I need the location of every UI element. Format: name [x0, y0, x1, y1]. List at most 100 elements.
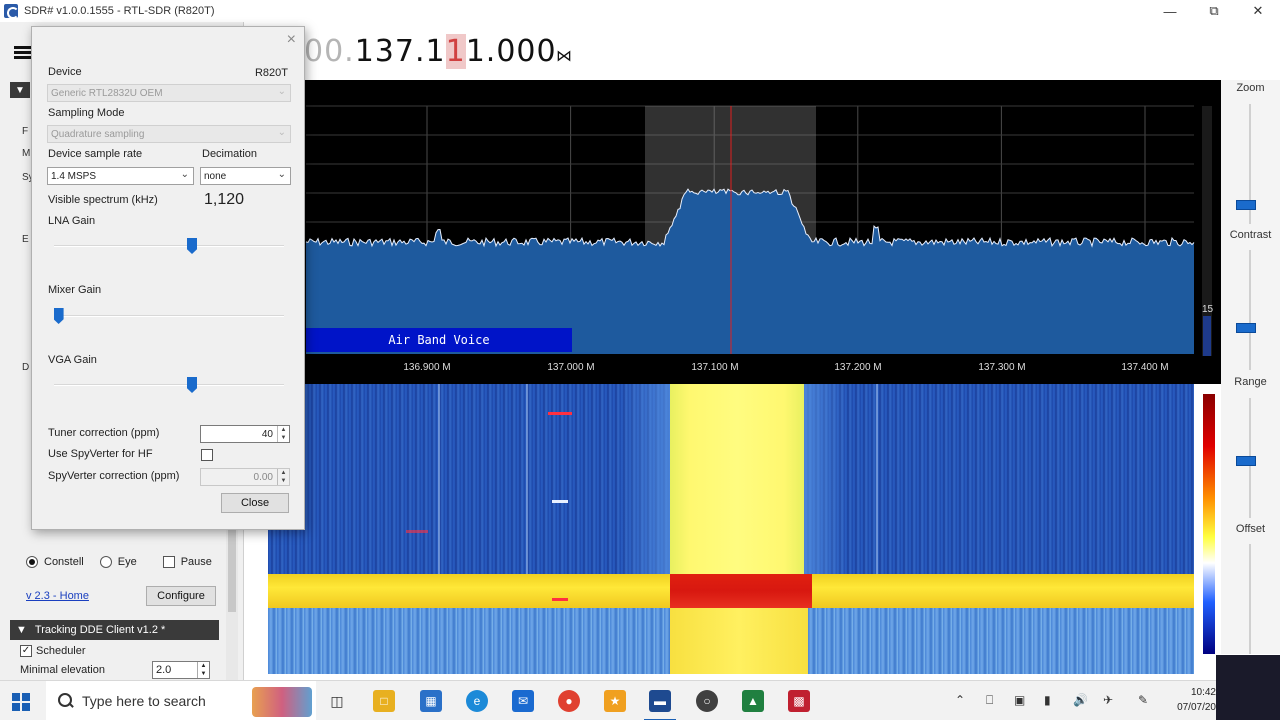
frequency-main: 137.1 [354, 34, 446, 69]
title-bar: SDR# v1.0.0.1555 - RTL-SDR (R820T) — ⧉ ✕ [0, 0, 1280, 22]
tuner-correction-label: Tuner correction (ppm) [48, 427, 160, 439]
spyverter-label: Use SpyVerter for HF [48, 448, 153, 460]
zoom-label: Zoom [1236, 82, 1265, 94]
configure-button[interactable]: Configure [146, 586, 216, 606]
lna-gain-slider-thumb[interactable] [187, 238, 197, 254]
contrast-slider-thumb[interactable] [1236, 323, 1256, 333]
sdr-sharp-window: SDR# v1.0.0.1555 - RTL-SDR (R820T) — ⧉ ✕… [0, 0, 1280, 720]
network-icon[interactable]: ✈ [1103, 693, 1113, 707]
wxtoimg-icon[interactable]: ○ [696, 690, 718, 712]
range-slider-thumb[interactable] [1236, 456, 1256, 466]
spectrum-analyzer[interactable]: Air Band Voice 136.900 M 137.000 M 137.1… [244, 80, 1221, 384]
mixer-gain-label: Mixer Gain [48, 284, 102, 296]
display-icon[interactable]: ▣ [1014, 693, 1025, 707]
windows-start-icon[interactable] [12, 693, 30, 711]
maximize-button[interactable]: ⧉ [1192, 0, 1236, 22]
taskbar-clock[interactable]: 10:42 07/07/20 [1176, 685, 1216, 715]
mixer-gain-slider-track[interactable] [54, 315, 284, 317]
source-panel-collapse-icon[interactable]: ▼ [10, 82, 30, 98]
show-hidden-icons-icon[interactable]: ⌃ [955, 693, 965, 707]
zoom-slider-thumb[interactable] [1236, 200, 1256, 210]
vfo-frequency[interactable]: 00.137.111.000 [304, 34, 557, 69]
eye-label: Eye [117, 556, 137, 568]
minimal-elevation-input[interactable]: 2.0 ▲ ▼ [152, 661, 210, 679]
hamburger-menu-icon[interactable] [14, 46, 32, 60]
chrome-icon[interactable]: ● [558, 690, 580, 712]
window-title: SDR# v1.0.0.1555 - RTL-SDR (R820T) [24, 5, 215, 17]
vga-gain-slider-thumb[interactable] [187, 377, 197, 393]
device-label: Device [48, 66, 82, 78]
pen-icon[interactable]: ✎ [1138, 693, 1148, 707]
orbitron-icon[interactable]: ▲ [742, 690, 764, 712]
chevron-down-icon: ⌄ [180, 169, 189, 180]
frequency-axis-label: 137.200 M [834, 362, 882, 373]
frequency-cursor-digit[interactable]: 1 [445, 34, 466, 69]
right-controls-sidebar: Zoom Contrast Range Offset [1221, 80, 1280, 654]
device-select[interactable]: Generic RTL2832U OEM ⌄ [47, 84, 291, 102]
sample-rate-label: Device sample rate [48, 148, 143, 160]
app-icon[interactable]: ★ [604, 690, 626, 712]
mixer-gain-slider-thumb[interactable] [53, 308, 64, 324]
pause-label: Pause [180, 556, 212, 568]
clock-date: 07/07/20 [1177, 702, 1216, 713]
minimal-elevation-value: 2.0 [156, 664, 172, 676]
sdr-sharp-taskbar-icon[interactable]: ▬ [649, 690, 671, 712]
offset-slider-track[interactable] [1249, 544, 1251, 654]
task-view-icon[interactable]: ◫ [326, 690, 348, 712]
contrast-slider-track[interactable] [1249, 250, 1251, 370]
waterfall-lower-signal [670, 608, 808, 674]
scheduler-checkbox[interactable]: ✓ [20, 645, 32, 657]
sampling-mode-select[interactable]: Quadrature sampling ⌄ [47, 125, 291, 143]
decimation-label: Decimation [202, 148, 258, 160]
notification-thumbnail [1216, 655, 1280, 720]
range-label: Range [1234, 376, 1267, 388]
minimize-button[interactable]: — [1148, 0, 1192, 22]
spectrum-scrollbar[interactable] [1202, 106, 1212, 356]
volume-icon[interactable]: 🔊 [1073, 693, 1088, 707]
lna-gain-slider-track[interactable] [54, 245, 284, 247]
db-scale-label: 15 [1202, 304, 1214, 315]
scheduler-label: Scheduler [36, 645, 86, 657]
eye-radio[interactable] [99, 556, 112, 568]
decimation-select[interactable]: none ⌄ [200, 167, 291, 185]
center-tune-icon[interactable]: ⋈ [556, 46, 572, 66]
frequency-suffix: 1.000 [465, 34, 557, 69]
elevation-spinner-icon[interactable]: ▲ ▼ [197, 662, 209, 678]
dialog-close-button[interactable]: Close [221, 493, 289, 513]
frequency-axis-label: 137.100 M [691, 362, 739, 373]
offset-label: Offset [1235, 523, 1266, 535]
chevron-down-icon: ⌄ [277, 169, 286, 180]
usb-device-icon[interactable]: ⎕ [986, 693, 993, 708]
battery-icon[interactable]: ▮ [1044, 693, 1051, 707]
vga-gain-slider-track[interactable] [54, 384, 284, 386]
lna-gain-label: LNA Gain [48, 215, 96, 227]
contrast-label: Contrast [1229, 229, 1272, 241]
constellation-radio[interactable] [26, 556, 38, 568]
store-icon[interactable]: ▦ [420, 690, 442, 712]
frequency-axis-label: 136.900 M [403, 362, 451, 373]
tuner-correction-spinner-icon[interactable]: ▲ ▼ [277, 426, 289, 442]
edge-browser-icon[interactable]: e [466, 690, 488, 712]
grid-app-icon[interactable]: ▩ [788, 690, 810, 712]
waterfall-display[interactable] [268, 384, 1194, 674]
pause-checkbox[interactable] [162, 556, 175, 568]
version-home-link[interactable]: v 2.3 - Home [26, 590, 89, 602]
frequency-axis-label: 137.400 M [1121, 362, 1169, 373]
dialog-close-icon[interactable]: × [287, 31, 296, 49]
spyverter-spinner-icon[interactable]: ▲ ▼ [277, 469, 289, 485]
window-controls: — ⧉ ✕ [1148, 0, 1280, 22]
spyverter-correction-input[interactable]: 0.00 ▲ ▼ [200, 468, 290, 486]
scrollbar-thumb[interactable] [1203, 316, 1211, 356]
spyverter-checkbox[interactable] [201, 449, 213, 461]
clock-time: 10:42 [1190, 687, 1216, 698]
sample-rate-select[interactable]: 1.4 MSPS ⌄ [47, 167, 194, 185]
file-explorer-icon[interactable]: □ [373, 690, 395, 712]
mail-icon[interactable]: ✉ [512, 690, 534, 712]
taskbar-search-box[interactable]: Type here to search [46, 681, 316, 720]
tuner-correction-input[interactable]: 40 ▲ ▼ [200, 425, 290, 443]
close-window-button[interactable]: ✕ [1236, 0, 1280, 22]
tracking-dde-header[interactable]: ▼ Tracking DDE Client v1.2 * [10, 620, 219, 640]
panel-stub-label: F [22, 126, 29, 137]
scheduler-row: ✓ Scheduler [20, 645, 86, 657]
constellation-label: Constell [44, 556, 84, 568]
